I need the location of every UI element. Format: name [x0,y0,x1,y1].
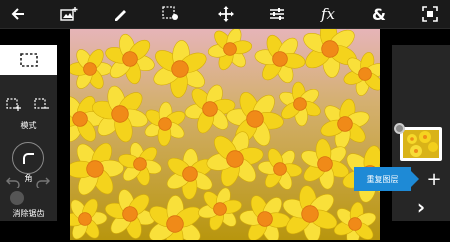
layers-panel: + › [392,45,450,221]
next-arrow-icon[interactable]: › [412,195,430,219]
select-settings-icon[interactable] [157,2,185,26]
mode-label: 模式 [20,121,37,130]
move-icon[interactable] [212,2,240,26]
layer-thumbnail-image [403,130,439,158]
undo-icon[interactable] [6,173,20,192]
layer-thumbnail[interactable] [400,127,442,161]
selection-tools-panel: 模式 角 消除锯齿 [0,45,57,221]
corner-icon [23,153,34,164]
add-layer-button[interactable]: + [424,169,444,191]
redo-icon[interactable] [36,173,50,192]
duplicate-layer-tooltip[interactable]: 重复图层 [354,167,419,191]
add-selection-icon[interactable] [6,97,22,116]
fx-icon[interactable]: fx [314,2,342,26]
anti-alias-label: 消除锯齿 [12,209,45,218]
adjustments-icon[interactable] [263,2,291,26]
corner-radius-knob[interactable] [12,142,44,174]
image-canvas[interactable] [70,29,380,240]
add-image-icon[interactable] [55,2,83,26]
daffodil-photo [70,29,380,240]
back-arrow-icon[interactable] [4,2,32,26]
antialias-toggle-icon[interactable] [10,191,24,205]
layer-visibility-icon[interactable] [394,123,405,134]
subtract-selection-icon[interactable] [34,97,50,116]
brush-icon[interactable] [106,2,134,26]
rect-select-icon [19,53,38,67]
rect-select-button[interactable] [0,45,57,75]
fit-screen-icon[interactable] [416,2,444,26]
blend-icon[interactable]: & [365,2,393,26]
top-toolbar: fx & [0,0,450,29]
